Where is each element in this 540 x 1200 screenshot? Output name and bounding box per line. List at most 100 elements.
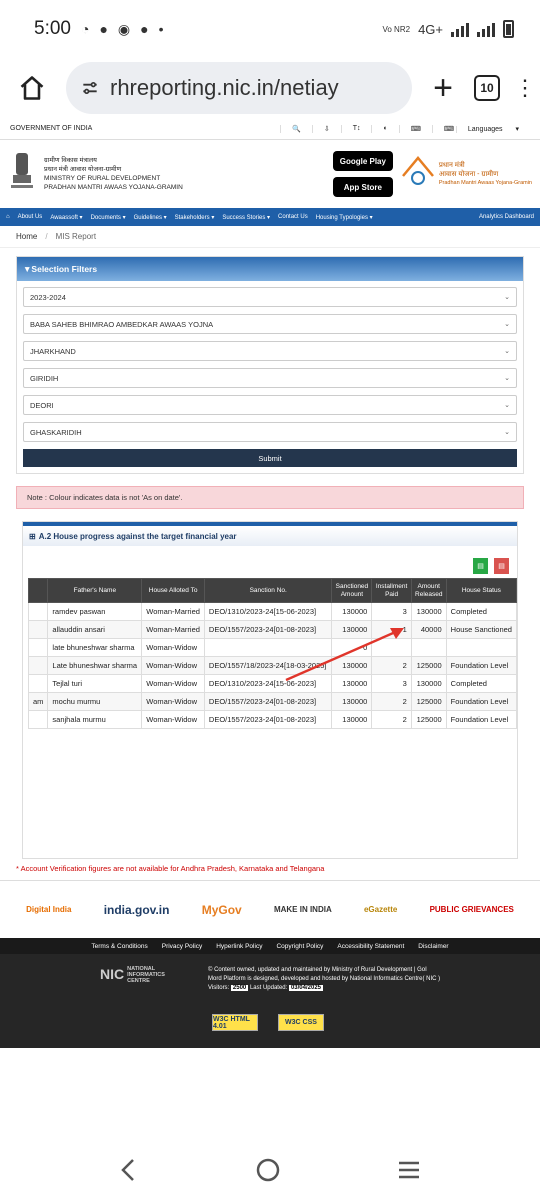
block-select[interactable]: DEORI ⌄ [23, 395, 517, 415]
languages-dropdown[interactable]: ⌨ Languages ▾ [431, 124, 530, 133]
cell-status: Foundation Level [445, 692, 518, 711]
scheme-value: BABA SAHEB BHIMRAO AMBEDKAR AWAAS YOJNA [30, 319, 214, 329]
panchayat-select[interactable]: GHASKARIDIH ⌄ [23, 422, 517, 442]
ministry-english-2: PRADHAN MANTRI AWAAS YOJANA-GRAMIN [44, 184, 183, 191]
nav-about[interactable]: About Us [18, 214, 43, 220]
year-value: 2023-2024 [30, 292, 66, 302]
filters-header: ▼ Selection Filters [17, 257, 523, 281]
cell-cut [27, 710, 49, 729]
cell-sanction: DEO/1557/2023-24[01-08-2023] [203, 692, 333, 711]
web-page: GOVERNMENT OF INDIA 🔍 ⇩ T↕ ◐ ⌨ ⌨ Languag… [0, 118, 540, 1048]
cell-status: House Sanctioned [445, 620, 518, 639]
make-in-india-logo[interactable]: MAKE IN INDIA [274, 905, 332, 914]
address-bar[interactable]: rhreporting.nic.in/netiay [66, 62, 412, 114]
messenger-icon: ◉ [117, 20, 131, 37]
state-select[interactable]: JHARKHAND ⌄ [23, 341, 517, 361]
nic-abbr: NIC [100, 966, 125, 982]
filter-icon: ▼ [23, 264, 32, 274]
year-select[interactable]: 2023-2024 ⌄ [23, 287, 517, 307]
recents-icon[interactable] [395, 1158, 423, 1182]
cell-cut [27, 638, 49, 657]
egazette-logo[interactable]: eGazette [364, 905, 397, 914]
digital-india-logo[interactable]: Digital India [26, 905, 71, 914]
chevron-down-icon: ⌄ [504, 294, 510, 301]
main-nav: ⌂ About Us Awaassoft ▾ Documents ▾ Guide… [0, 208, 540, 226]
nav-housing[interactable]: Housing Typologies ▾ [316, 214, 373, 221]
cell-released: 130000 [410, 602, 447, 621]
back-icon[interactable] [117, 1156, 141, 1184]
footer-accessibility[interactable]: Accessibility Statement [337, 943, 404, 950]
submit-button[interactable]: Submit [23, 449, 517, 467]
carrier-label: Vo NR2 [382, 24, 411, 34]
cell-released: 125000 [410, 656, 447, 675]
footer-links: Terms & Conditions Privacy Policy Hyperl… [0, 938, 540, 954]
footer-privacy[interactable]: Privacy Policy [162, 943, 202, 950]
col-header-installment: Installment Paid [371, 578, 412, 603]
home-button[interactable] [12, 68, 52, 108]
cell-status: Foundation Level [445, 656, 518, 675]
cell-father: Tejlal turi [47, 674, 143, 693]
cell-installment: 3 [371, 602, 412, 621]
table-row: am mochu murmu Woman-Widow DEO/1557/2023… [27, 692, 518, 711]
keyboard-icon[interactable]: ⌨ [398, 124, 432, 133]
house-logo-icon [401, 156, 434, 185]
pdf-export-button[interactable]: ▤ [494, 558, 509, 574]
ministry-hindi-2: प्रधान मंत्री आवास योजना-ग्रामीण [44, 166, 122, 173]
nav-awaassoft[interactable]: Awaassoft ▾ [50, 214, 82, 221]
selection-filters-panel: ▼ Selection Filters 2023-2024 ⌄ BABA SAHEB… [16, 256, 524, 474]
district-select[interactable]: GIRIDIH ⌄ [23, 368, 517, 388]
contrast-icon[interactable]: ◐ [371, 124, 398, 133]
site-settings-icon [83, 82, 97, 95]
india-gov-logo[interactable]: india.gov.in [104, 903, 170, 917]
gov-strip: GOVERNMENT OF INDIA 🔍 ⇩ T↕ ◐ ⌨ ⌨ Languag… [0, 118, 540, 140]
w3c-html-badge[interactable]: W3C HTML 4.01 [212, 1014, 258, 1031]
col-header-amount: Sanctioned Amount [331, 578, 373, 603]
nav-contact[interactable]: Contact Us [278, 214, 308, 220]
cell-alloted: Woman-Widow [141, 638, 205, 657]
status-bar: 5:00 ◔ ● ◉ ● • Vo NR2 4G+ [0, 0, 540, 58]
excel-export-button[interactable]: ▤ [473, 558, 488, 574]
nav-stakeholders[interactable]: Stakeholders ▾ [175, 214, 215, 221]
tab-switcher-button[interactable]: 10 [474, 75, 500, 101]
cell-released [410, 638, 447, 657]
table-row: Tejlal turi Woman-Widow DEO/1310/2023-24… [27, 674, 518, 693]
public-grievances-logo[interactable]: PUBLIC GRIEVANCES [430, 905, 514, 914]
home-circle-icon[interactable] [254, 1156, 282, 1184]
breadcrumb-home[interactable]: Home [16, 232, 37, 241]
cell-installment: 2 [371, 692, 412, 711]
nav-guidelines[interactable]: Guidelines ▾ [134, 214, 167, 221]
footer-line-1: © Content owned, updated and maintained … [208, 967, 427, 973]
app-store-badge[interactable]: App Store [332, 177, 393, 197]
browser-toolbar: rhreporting.nic.in/netiay + 10 ⋮ [0, 58, 540, 118]
facebook-icon: ● [140, 21, 149, 37]
report-panel: ⊞ A.2 House progress against the target f… [22, 521, 518, 859]
android-nav-bar [0, 1140, 540, 1200]
cell-father: Late bhuneshwar sharma [47, 656, 143, 675]
visitors-count: 2500 [230, 985, 249, 991]
cell-status: Completed [445, 674, 518, 693]
mygov-logo[interactable]: MyGov [202, 903, 242, 917]
footer-hyperlink[interactable]: Hyperlink Policy [216, 943, 262, 950]
sitemap-icon[interactable]: ⇩ [311, 124, 341, 133]
col-header-father: Father's Name [47, 578, 143, 603]
nav-home-icon[interactable]: ⌂ [6, 214, 10, 220]
search-icon[interactable]: 🔍 [280, 124, 312, 133]
breadcrumb: Home / MIS Report [0, 226, 540, 248]
nav-success[interactable]: Success Stories ▾ [222, 214, 270, 221]
scheme-select[interactable]: BABA SAHEB BHIMRAO AMBEDKAR AWAAS YOJNA ⌄ [23, 314, 517, 334]
breadcrumb-current: MIS Report [55, 232, 97, 241]
nav-documents[interactable]: Documents ▾ [91, 214, 126, 221]
w3c-css-badge[interactable]: W3C CSS [278, 1014, 324, 1031]
footer-info: © Content owned, updated and maintained … [208, 966, 440, 993]
cell-sanction: DEO/1310/2023-24[15-06-2023] [203, 602, 333, 621]
menu-button[interactable]: ⋮ [514, 77, 536, 99]
nav-analytics[interactable]: Analytics Dashboard [479, 214, 534, 220]
google-play-badge[interactable]: Google Play [332, 151, 393, 171]
visitors-label: Visitors: [208, 985, 230, 991]
footer-disclaimer[interactable]: Disclaimer [418, 943, 448, 950]
panchayat-value: GHASKARIDIH [30, 427, 82, 437]
font-size-icon[interactable]: T↕ [340, 124, 372, 133]
footer-terms[interactable]: Terms & Conditions [91, 943, 147, 950]
footer-copyright[interactable]: Copyright Policy [276, 943, 323, 950]
new-tab-button[interactable]: + [426, 69, 460, 108]
